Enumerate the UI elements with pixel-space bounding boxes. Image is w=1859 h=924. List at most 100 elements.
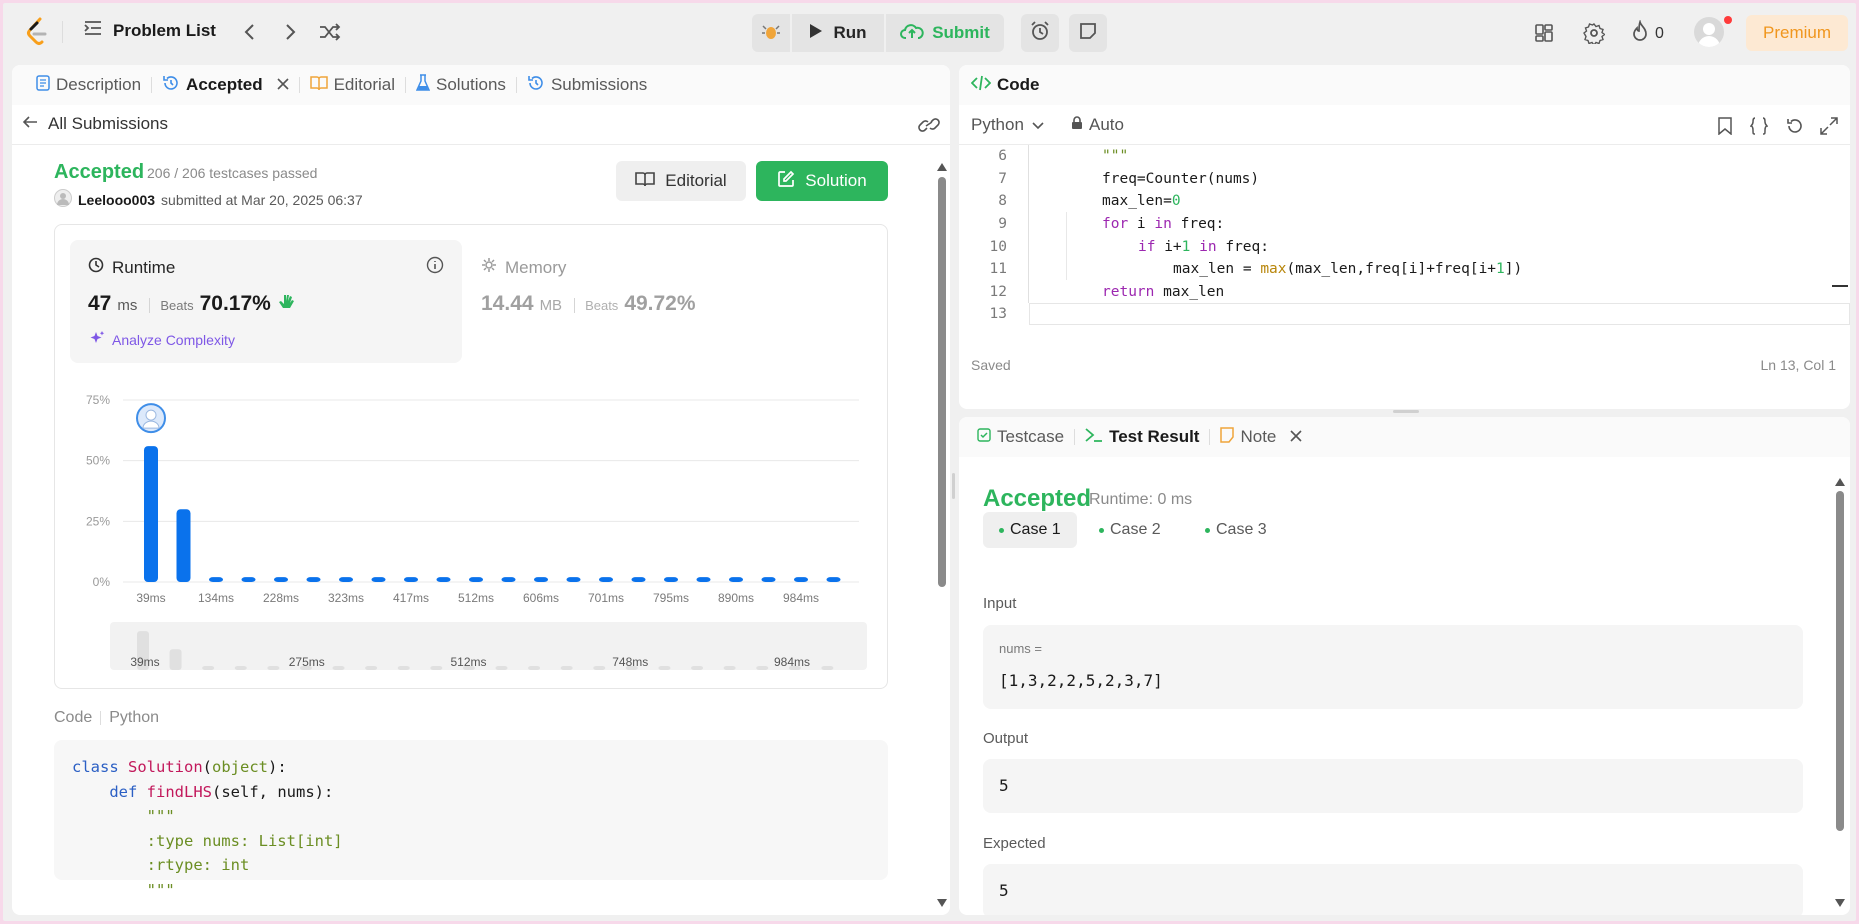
next-problem-icon[interactable] bbox=[280, 21, 302, 43]
code-language: Python bbox=[109, 709, 160, 726]
editorial-button[interactable]: Editorial bbox=[616, 161, 746, 201]
overview-bar bbox=[560, 666, 573, 670]
problem-list-button[interactable]: Problem List bbox=[83, 19, 216, 42]
tab-code[interactable]: Code bbox=[970, 65, 1040, 105]
right-scrollbar[interactable] bbox=[1836, 491, 1844, 831]
chart-bar[interactable] bbox=[826, 577, 841, 582]
run-label: Run bbox=[833, 23, 867, 42]
tab-accepted[interactable]: Accepted bbox=[152, 65, 299, 105]
tab-test-result[interactable]: Test Result bbox=[1075, 417, 1209, 457]
input-box[interactable]: nums = [1,3,2,2,5,2,3,7] bbox=[983, 625, 1803, 709]
runtime-label: Runtime bbox=[112, 257, 176, 277]
username[interactable]: Leelooo003 bbox=[78, 192, 155, 208]
case-tab-2[interactable]: Case 2 bbox=[1083, 512, 1177, 548]
chart-bar[interactable] bbox=[761, 577, 776, 582]
resize-handle[interactable] bbox=[952, 473, 955, 499]
layout-icon[interactable] bbox=[1533, 22, 1555, 44]
analyze-complexity-link[interactable]: Analyze Complexity bbox=[88, 330, 235, 349]
bookmark-icon[interactable] bbox=[1718, 117, 1732, 140]
user-avatar[interactable] bbox=[1694, 17, 1724, 47]
close-tab-icon[interactable] bbox=[1290, 427, 1302, 447]
chart-bar[interactable] bbox=[371, 577, 386, 582]
overview-bar bbox=[723, 666, 736, 670]
divider bbox=[62, 21, 63, 43]
memory-label: Memory bbox=[505, 257, 567, 277]
chart-bar[interactable] bbox=[631, 577, 646, 582]
overview-bar bbox=[495, 666, 508, 670]
tab-note[interactable]: Note bbox=[1210, 417, 1312, 457]
submitter-info: Leelooo003 submitted at Mar 20, 2025 06:… bbox=[54, 189, 363, 210]
chart-bar[interactable] bbox=[274, 577, 288, 582]
premium-button[interactable]: Premium bbox=[1746, 15, 1848, 51]
chart-bar[interactable] bbox=[599, 577, 613, 582]
chart-bar[interactable] bbox=[436, 577, 451, 582]
chart-bar[interactable] bbox=[794, 577, 808, 582]
leetcode-logo-icon[interactable] bbox=[25, 17, 51, 47]
chart-bar[interactable] bbox=[209, 577, 223, 582]
case-tab-3[interactable]: Case 3 bbox=[1189, 512, 1283, 548]
tab-solutions[interactable]: Solutions bbox=[406, 65, 516, 105]
expand-icon[interactable] bbox=[1820, 117, 1838, 140]
clock-icon bbox=[88, 257, 104, 278]
chart-bar[interactable] bbox=[339, 577, 353, 582]
chart-bar[interactable] bbox=[566, 577, 581, 582]
left-scrollbar[interactable] bbox=[938, 177, 946, 587]
flask-icon bbox=[415, 73, 431, 97]
submitted-code[interactable]: class Solution(object): def findLHS(self… bbox=[54, 740, 888, 899]
resize-handle[interactable] bbox=[1393, 410, 1419, 413]
shuffle-icon[interactable] bbox=[319, 21, 341, 43]
auto-mode[interactable]: Auto bbox=[1071, 115, 1124, 135]
chart-bar[interactable] bbox=[241, 577, 256, 582]
chart-bar[interactable] bbox=[534, 577, 548, 582]
chart-bar[interactable] bbox=[664, 577, 678, 582]
tab-testcase[interactable]: Testcase bbox=[967, 417, 1074, 457]
debug-button[interactable] bbox=[752, 14, 790, 52]
notes-button[interactable] bbox=[1069, 14, 1107, 52]
info-icon[interactable] bbox=[426, 256, 444, 279]
overview-tick-label: 984ms bbox=[774, 655, 810, 669]
chart-bar[interactable] bbox=[176, 509, 191, 582]
prev-problem-icon[interactable] bbox=[238, 21, 260, 43]
expected-box[interactable]: 5 bbox=[983, 864, 1803, 915]
chart-bar[interactable] bbox=[469, 577, 483, 582]
chart-bar[interactable] bbox=[501, 577, 516, 582]
right-scrollbar-up-icon[interactable] bbox=[1835, 473, 1845, 491]
run-button[interactable]: Run bbox=[792, 14, 884, 52]
x-tick-label: 512ms bbox=[458, 591, 494, 605]
format-braces-icon[interactable] bbox=[1749, 117, 1769, 140]
all-submissions-link[interactable]: All Submissions bbox=[22, 114, 168, 134]
left-scrollbar-down-icon[interactable] bbox=[937, 894, 947, 912]
code-tabs: Code bbox=[959, 65, 1850, 105]
solution-button[interactable]: Solution bbox=[756, 161, 888, 201]
settings-gear-icon[interactable] bbox=[1583, 22, 1605, 44]
timer-button[interactable] bbox=[1021, 14, 1059, 52]
chart-bar[interactable] bbox=[144, 446, 158, 582]
note-icon bbox=[1078, 21, 1098, 46]
runtime-distribution-chart[interactable]: 75% 50% 25% 0% 39ms 134ms 228ms 323ms 417ms 512ms… bbox=[55, 375, 889, 675]
submit-button[interactable]: Submit bbox=[886, 14, 1004, 52]
reset-icon[interactable] bbox=[1786, 117, 1804, 140]
left-scrollbar-up-icon[interactable] bbox=[937, 158, 947, 176]
arrow-left-icon bbox=[22, 114, 38, 134]
output-box[interactable]: 5 bbox=[983, 759, 1803, 813]
top-bar: Problem List Run Submit 0 Premium bbox=[3, 3, 1856, 61]
chart-bar[interactable] bbox=[404, 577, 418, 582]
case-tab-label: Case 2 bbox=[1110, 521, 1161, 538]
tab-editorial[interactable]: Editorial bbox=[300, 65, 405, 105]
tab-submissions[interactable]: Submissions bbox=[517, 65, 657, 105]
streak-counter[interactable]: 0 bbox=[1631, 18, 1664, 47]
runtime-box[interactable]: Runtime 47 ms Beats 70.17% Analyze Compl… bbox=[70, 240, 462, 363]
case-tab-1[interactable]: Case 1 bbox=[983, 512, 1077, 548]
chart-bar[interactable] bbox=[306, 577, 321, 582]
code-editor[interactable]: 6 """ 7 freq=Counter(nums) 8 max_len=0 9 for… bbox=[959, 145, 1850, 363]
editor-toolbar: Python Auto bbox=[959, 105, 1850, 145]
close-tab-icon[interactable] bbox=[277, 75, 289, 95]
overview-bar bbox=[397, 666, 410, 670]
right-scrollbar-down-icon[interactable] bbox=[1835, 894, 1845, 912]
memory-box[interactable]: Memory 14.44 MB Beats 49.72% bbox=[463, 240, 863, 363]
tab-description[interactable]: Description bbox=[26, 65, 151, 105]
chart-bar[interactable] bbox=[729, 577, 743, 582]
chart-bar[interactable] bbox=[696, 577, 711, 582]
share-link-icon[interactable] bbox=[918, 116, 940, 139]
language-select[interactable]: Python bbox=[971, 115, 1044, 135]
